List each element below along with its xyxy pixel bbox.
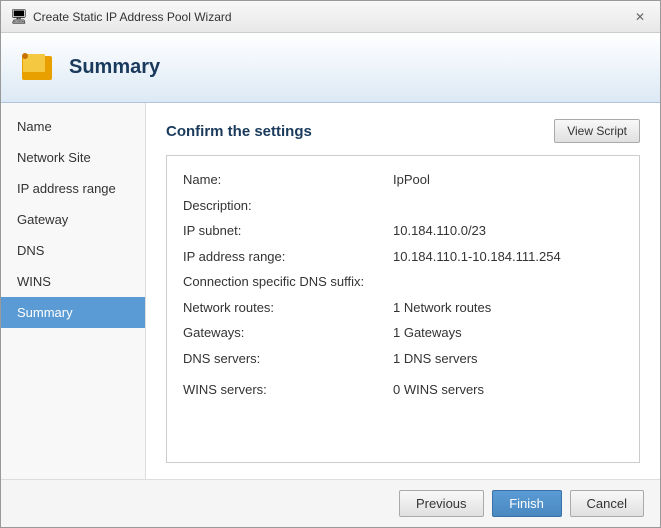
title-bar-text: Create Static IP Address Pool Wizard [33,10,232,24]
settings-value-gateways: 1 Gateways [393,323,462,343]
settings-row-dns-suffix: Connection specific DNS suffix: [183,272,623,292]
main-panel: Confirm the settings View Script Name: I… [146,103,660,479]
sidebar-item-network-site[interactable]: Network Site [1,142,145,173]
settings-label-ip-subnet: IP subnet: [183,221,393,241]
settings-value-wins-servers: 0 WINS servers [393,380,484,400]
settings-row-gateways: Gateways: 1 Gateways [183,323,623,343]
previous-button[interactable]: Previous [399,490,484,517]
header-icon [17,48,57,88]
settings-label-wins-servers: WINS servers: [183,380,393,400]
content-area: Name Network Site IP address range Gatew… [1,103,660,479]
header-section: Summary [1,33,660,103]
sidebar-item-summary[interactable]: Summary [1,297,145,328]
sidebar-item-ip-address-range[interactable]: IP address range [1,173,145,204]
settings-row-name: Name: IpPool [183,170,623,190]
header-title: Summary [69,56,160,79]
settings-label-ip-range: IP address range: [183,247,393,267]
settings-label-name: Name: [183,170,393,190]
view-script-button[interactable]: View Script [554,119,640,143]
close-button[interactable]: ✕ [630,7,650,27]
sidebar-item-dns[interactable]: DNS [1,235,145,266]
settings-value-ip-range: 10.184.110.1-10.184.111.254 [393,247,561,267]
settings-label-gateways: Gateways: [183,323,393,343]
main-title: Confirm the settings [166,123,312,140]
settings-label-dns-suffix: Connection specific DNS suffix: [183,272,393,292]
footer: Previous Finish Cancel [1,479,660,527]
sidebar: Name Network Site IP address range Gatew… [1,103,146,479]
settings-row-wins-servers: WINS servers: 0 WINS servers [183,380,623,400]
wizard-title-icon: 🖥 [11,9,27,25]
settings-label-dns-servers: DNS servers: [183,349,393,369]
cancel-button[interactable]: Cancel [570,490,644,517]
settings-row-ip-subnet: IP subnet: 10.184.110.0/23 [183,221,623,241]
settings-value-network-routes: 1 Network routes [393,298,491,318]
sidebar-item-wins[interactable]: WINS [1,266,145,297]
settings-value-ip-subnet: 10.184.110.0/23 [393,221,486,241]
settings-row-dns-servers: DNS servers: 1 DNS servers [183,349,623,369]
settings-value-name: IpPool [393,170,430,190]
main-header: Confirm the settings View Script [166,119,640,143]
sidebar-item-gateway[interactable]: Gateway [1,204,145,235]
title-bar-left: 🖥 Create Static IP Address Pool Wizard [11,9,232,25]
settings-row-description: Description: [183,196,623,216]
title-bar: 🖥 Create Static IP Address Pool Wizard ✕ [1,1,660,33]
sidebar-item-name[interactable]: Name [1,111,145,142]
settings-label-network-routes: Network routes: [183,298,393,318]
settings-row-network-routes: Network routes: 1 Network routes [183,298,623,318]
wizard-window: 🖥 Create Static IP Address Pool Wizard ✕… [0,0,661,528]
finish-button[interactable]: Finish [492,490,562,517]
settings-row-ip-range: IP address range: 10.184.110.1-10.184.11… [183,247,623,267]
settings-box: Name: IpPool Description: IP subnet: 10.… [166,155,640,463]
settings-value-dns-servers: 1 DNS servers [393,349,478,369]
wizard-icon [19,50,55,86]
settings-label-description: Description: [183,196,393,216]
